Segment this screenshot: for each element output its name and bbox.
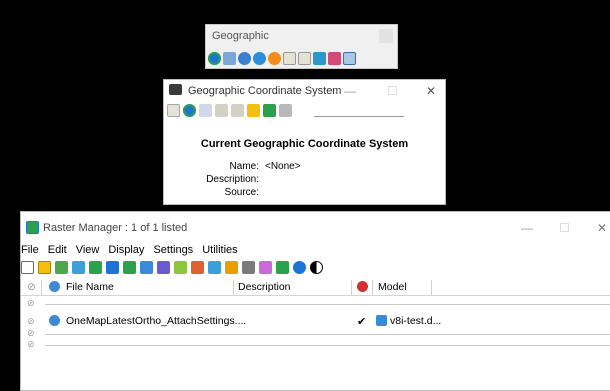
row-model[interactable]: v8i-test.d... — [390, 315, 441, 327]
search-globe-icon[interactable] — [238, 52, 251, 65]
close-button[interactable]: ✕ — [597, 221, 607, 235]
column-description[interactable]: Description — [238, 281, 291, 293]
link-icon: ⊘ — [27, 298, 35, 308]
open-icon[interactable] — [72, 261, 85, 274]
toolbar-divider — [314, 116, 404, 117]
minimize-button[interactable]: — — [521, 221, 533, 235]
table-row-empty: ⊘ — [21, 339, 610, 350]
gcs-title: Geographic Coordinate System — [188, 85, 342, 97]
raster-icon[interactable] — [123, 261, 136, 274]
globe-icon[interactable] — [208, 52, 221, 65]
hierarchy-icon[interactable] — [21, 261, 34, 274]
raster-toolbar — [21, 261, 323, 274]
menu-view[interactable]: View — [76, 244, 100, 256]
delete-icon[interactable] — [279, 104, 292, 117]
menu-bar: File Edit View Display Settings Utilitie… — [21, 244, 238, 256]
description-label: Description: — [206, 174, 259, 185]
file-icon — [49, 281, 60, 292]
georef-icon[interactable] — [259, 261, 272, 274]
geographic-toolbar-icons — [208, 52, 356, 65]
zoom-icon[interactable] — [293, 261, 306, 274]
gcs-heading: Current Geographic Coordinate System — [200, 138, 409, 150]
name-label: Name: — [229, 161, 259, 172]
file-icon — [49, 315, 60, 326]
minimize-button[interactable]: — — [344, 84, 356, 98]
paste-icon[interactable] — [231, 104, 244, 117]
row-divider — [45, 345, 610, 346]
maximize-button[interactable]: ☐ — [387, 84, 398, 98]
name-value: <None> — [265, 161, 301, 172]
table-row-empty: ⊘ — [21, 298, 610, 309]
list-view-icon[interactable] — [38, 261, 51, 274]
contrast-icon[interactable] — [310, 261, 323, 274]
column-separator — [233, 280, 234, 295]
satellite-icon[interactable] — [223, 52, 236, 65]
column-file-name[interactable]: File Name — [66, 281, 114, 293]
column-separator — [351, 280, 352, 295]
table-row[interactable]: ⊘ OneMapLatestOrtho_AttachSettings.... ✔… — [21, 314, 610, 328]
globe-folder-icon[interactable] — [313, 52, 326, 65]
link-icon: ⊘ — [27, 328, 35, 338]
globe-link-icon[interactable] — [328, 52, 341, 65]
transform-icon[interactable] — [157, 261, 170, 274]
display-column-icon — [357, 281, 368, 292]
coordinate-icon[interactable] — [268, 52, 281, 65]
import-icon[interactable] — [298, 52, 311, 65]
info-icon[interactable] — [106, 261, 119, 274]
pin-icon[interactable] — [242, 261, 255, 274]
link-icon: ⊘ — [27, 316, 35, 326]
globe-settings-icon[interactable] — [253, 52, 266, 65]
gcs-toolbar — [167, 104, 292, 117]
clip-icon[interactable] — [191, 261, 204, 274]
close-button[interactable]: ✕ — [426, 84, 436, 98]
display-check[interactable]: ✔ — [357, 315, 366, 328]
gcs-dialog: Geographic Coordinate System — ☐ ✕ Curre… — [163, 79, 446, 205]
warp-icon[interactable] — [174, 261, 187, 274]
export-icon[interactable] — [283, 52, 296, 65]
column-separator — [41, 280, 42, 295]
raster-manager-window: Raster Manager : 1 of 1 listed — ☐ ✕ Fil… — [20, 211, 610, 391]
app-icon — [169, 84, 182, 95]
globe-icon[interactable] — [183, 104, 196, 117]
model-icon — [376, 315, 387, 326]
menu-edit[interactable]: Edit — [48, 244, 67, 256]
table-header: ⊘ File Name Description Model — [21, 280, 610, 296]
save-icon[interactable] — [263, 104, 276, 117]
map-icon[interactable] — [89, 261, 102, 274]
column-separator — [372, 280, 373, 295]
folder-icon[interactable] — [247, 104, 260, 117]
attach-raster-icon[interactable] — [55, 261, 68, 274]
column-separator — [431, 280, 432, 295]
raster-app-icon — [26, 221, 39, 234]
link-icon: ⊘ — [27, 339, 35, 349]
close-icon[interactable] — [379, 29, 393, 43]
row-divider — [45, 334, 610, 335]
search-icon[interactable] — [199, 104, 212, 117]
menu-settings[interactable]: Settings — [153, 244, 193, 256]
table-row-empty: ⊘ — [21, 328, 610, 339]
menu-file[interactable]: File — [21, 244, 39, 256]
gcs-titlebar: Geographic Coordinate System — ☐ ✕ — [164, 80, 445, 102]
menu-utilities[interactable]: Utilities — [202, 244, 237, 256]
mask-icon[interactable] — [208, 261, 221, 274]
column-model[interactable]: Model — [378, 281, 407, 293]
chart-icon[interactable] — [276, 261, 289, 274]
source-label: Source: — [224, 187, 259, 198]
geographic-toolbar: Geographic — [205, 24, 398, 69]
edit-icon[interactable] — [225, 261, 238, 274]
new-icon[interactable] — [167, 104, 180, 117]
copy-icon[interactable] — [215, 104, 228, 117]
raster-title: Raster Manager : 1 of 1 listed — [43, 222, 188, 234]
map-icon[interactable] — [343, 52, 356, 65]
row-file-name[interactable]: OneMapLatestOrtho_AttachSettings.... — [66, 315, 246, 327]
menu-display[interactable]: Display — [108, 244, 144, 256]
row-divider — [45, 304, 610, 305]
geographic-toolbar-title: Geographic — [212, 30, 269, 42]
image-icon[interactable] — [140, 261, 153, 274]
link-column-icon: ⊘ — [27, 281, 36, 293]
maximize-button[interactable]: ☐ — [559, 221, 570, 235]
